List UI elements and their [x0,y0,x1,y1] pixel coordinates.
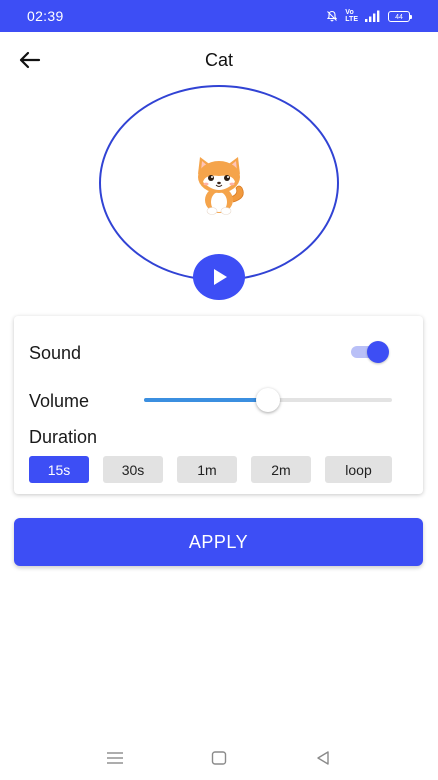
back-triangle-icon[interactable] [315,750,331,771]
volte-top: Vo [345,9,354,16]
duration-option-2m[interactable]: 2m [251,456,311,483]
toggle-thumb [367,341,389,363]
status-bar: 02:39 Vo LTE 44 [0,0,438,32]
volume-label: Volume [29,391,90,411]
status-icons: Vo LTE 44 [326,9,412,23]
duration-options: 15s 30s 1m 2m loop [29,456,392,483]
home-icon[interactable] [211,750,227,771]
slider-fill [144,398,268,402]
menu-icon[interactable] [106,750,124,771]
sound-toggle[interactable] [351,340,391,363]
apply-button[interactable]: APPLY [14,518,423,566]
duration-option-1m[interactable]: 1m [177,456,237,483]
nav-bar [0,740,438,780]
battery-level: 44 [395,13,403,21]
volte-icon: Vo LTE [345,9,358,23]
play-icon [214,269,227,285]
slider-thumb[interactable] [256,388,280,412]
battery-icon: 44 [388,10,412,22]
signal-icon [365,10,381,22]
status-time: 02:39 [27,8,64,24]
mute-icon [326,10,338,22]
duration-option-30s[interactable]: 30s [103,456,163,483]
volume-slider[interactable] [144,388,392,412]
settings-card: Sound Volume Duration 15s 30s 1m 2m loop [14,316,423,494]
volte-bottom: LTE [345,16,358,23]
duration-option-loop[interactable]: loop [325,456,392,483]
duration-option-15s[interactable]: 15s [29,456,89,483]
cat-icon [189,154,249,216]
page-title: Cat [204,50,233,70]
sound-label: Sound [29,343,82,363]
duration-label: Duration [29,427,98,447]
play-button[interactable] [193,254,245,300]
